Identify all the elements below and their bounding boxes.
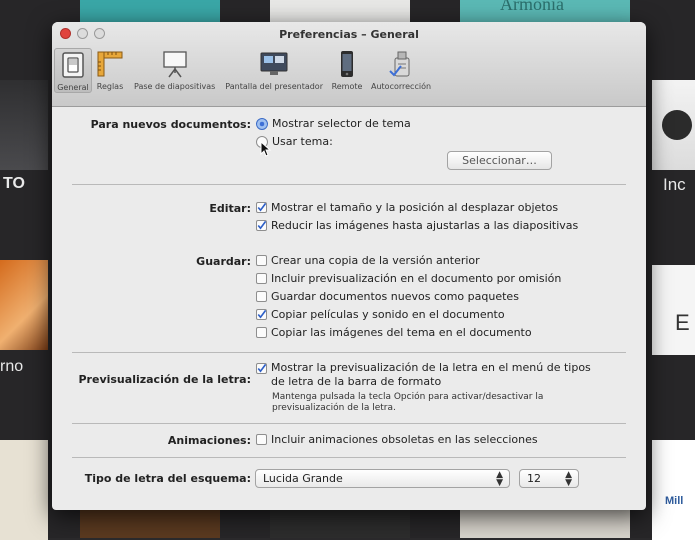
tab-label: Pase de diapositivas <box>134 82 216 91</box>
tab-label: Pantalla del presentador <box>225 82 323 91</box>
general-pane: Para nuevos documentos: Mostrar selector… <box>52 107 646 510</box>
tab-remote[interactable]: Remote <box>327 48 367 91</box>
animations-label: Animaciones: <box>167 434 251 447</box>
edit-label: Editar: <box>209 202 251 215</box>
radio-label: Mostrar selector de tema <box>272 117 411 130</box>
checkbox[interactable] <box>256 273 267 284</box>
checkbox[interactable] <box>256 220 267 231</box>
checkbox-label: Mostrar el tamaño y la posición al despl… <box>271 201 559 214</box>
copy-theme-images-checkbox[interactable]: Copiar las imágenes del tema en el docum… <box>256 326 532 339</box>
preferences-toolbar: General Reglas Pase de diapositivas Pant… <box>54 48 435 104</box>
checkbox-label: Copiar las imágenes del tema en el docum… <box>271 326 532 339</box>
obsolete-animations-checkbox[interactable]: Incluir animaciones obsoletas en las sel… <box>256 433 538 446</box>
hint-line: Mantenga pulsada la tecla Opción para ac… <box>272 392 544 402</box>
checkbox[interactable] <box>256 309 267 320</box>
theme-thumbnail[interactable] <box>460 510 630 538</box>
radio-button[interactable] <box>256 117 268 130</box>
tab-autocorrection[interactable]: Autocorrección <box>367 48 435 91</box>
checkbox[interactable] <box>256 434 267 445</box>
copy-audio-movies-checkbox[interactable]: Copiar películas y sonido en el document… <box>256 308 505 321</box>
tab-label: Reglas <box>96 82 124 91</box>
font-preview-hint: Mantenga pulsada la tecla Opción para ac… <box>272 392 543 414</box>
theme-thumbnail[interactable] <box>80 510 220 538</box>
backup-previous-version-checkbox[interactable]: Crear una copia de la versión anterior <box>256 254 480 267</box>
theme-thumbnail[interactable] <box>0 440 48 540</box>
radio-label: Usar tema: <box>272 135 333 148</box>
theme-thumbnail[interactable] <box>0 80 48 170</box>
checkbox-label: Mostrar la previsualización de la letra … <box>271 361 591 374</box>
theme-thumbnail[interactable] <box>0 260 48 350</box>
display-icon <box>258 48 290 80</box>
theme-name: Inc <box>663 175 686 194</box>
theme-name: TO <box>3 175 25 192</box>
select-theme-button[interactable]: Seleccionar… <box>447 151 552 170</box>
checkbox-label: Reducir las imágenes hasta ajustarlas a … <box>271 219 579 232</box>
theme-name: Mill <box>665 495 684 507</box>
tab-label: General <box>57 83 89 92</box>
window-titlebar: Preferencias – General General Reglas Pa… <box>52 22 646 107</box>
theme-name: E <box>675 310 690 335</box>
checkbox-label: Incluir previsualización en el documento… <box>271 272 562 285</box>
ruler-icon <box>94 48 126 80</box>
theme-thumbnail[interactable] <box>270 510 410 538</box>
checkbox-label: de letra de la barra de formato <box>271 375 442 388</box>
outline-font-label: Tipo de letra del esquema: <box>84 472 251 485</box>
checkbox[interactable] <box>256 291 267 302</box>
font-preview-label: Previsualización de la letra: <box>78 373 252 386</box>
scale-images-checkbox[interactable]: Reducir las imágenes hasta ajustarlas a … <box>256 219 578 232</box>
theme-thumbnail[interactable] <box>270 0 410 22</box>
divider <box>72 457 626 458</box>
tab-label: Autocorrección <box>371 82 432 91</box>
save-as-package-checkbox[interactable]: Guardar documentos nuevos como paquetes <box>256 290 519 303</box>
checkbox-label: Guardar documentos nuevos como paquetes <box>271 290 519 303</box>
theme-thumbnail <box>662 110 692 140</box>
updown-arrows-icon: ▲ ▼ <box>496 470 503 488</box>
tab-slideshow[interactable]: Pase de diapositivas <box>128 48 221 91</box>
new-documents-label: Para nuevos documentos: <box>90 118 251 131</box>
spellcheck-icon <box>385 48 417 80</box>
tab-label: Remote <box>331 82 363 91</box>
checkbox-label: Incluir animaciones obsoletas en las sel… <box>271 433 538 446</box>
save-label: Guardar: <box>196 255 251 268</box>
divider <box>72 423 626 424</box>
checkbox[interactable] <box>256 255 267 266</box>
switch-icon <box>57 49 89 81</box>
theme-name: Armonia <box>500 0 564 14</box>
checkbox-label: Crear una copia de la versión anterior <box>271 254 480 267</box>
checkbox-label-group: Mostrar la previsualización de la letra … <box>271 361 591 389</box>
checkbox[interactable] <box>256 363 267 374</box>
updown-arrows-icon: ▲ ▼ <box>565 470 572 488</box>
mouse-pointer-icon <box>260 141 272 157</box>
theme-name: rno <box>0 358 24 375</box>
outline-font-size-popup[interactable]: 12 ▲ ▼ <box>519 469 579 488</box>
popup-value: 12 <box>527 472 541 485</box>
checkbox[interactable] <box>256 202 267 213</box>
divider <box>72 184 626 185</box>
divider <box>72 352 626 353</box>
outline-font-popup[interactable]: Lucida Grande ▲ ▼ <box>255 469 510 488</box>
theme-thumbnail[interactable] <box>80 0 220 22</box>
checkbox-label: Copiar películas y sonido en el document… <box>271 308 505 321</box>
tab-rulers[interactable]: Reglas <box>92 48 128 91</box>
easel-icon <box>159 48 191 80</box>
show-size-position-checkbox[interactable]: Mostrar el tamaño y la posición al despl… <box>256 201 558 214</box>
include-preview-checkbox[interactable]: Incluir previsualización en el documento… <box>256 272 561 285</box>
show-theme-chooser-radio[interactable]: Mostrar selector de tema <box>256 117 411 130</box>
hint-line: previsualización de la letra. <box>272 403 396 413</box>
tab-general[interactable]: General <box>54 48 92 93</box>
popup-value: Lucida Grande <box>263 472 343 485</box>
theme-thumbnail[interactable] <box>652 440 695 540</box>
font-preview-checkbox[interactable]: Mostrar la previsualización de la letra … <box>256 361 591 389</box>
window-title: Preferencias – General <box>279 28 419 41</box>
preferences-window: Preferencias – General General Reglas Pa… <box>52 22 646 510</box>
checkbox[interactable] <box>256 327 267 338</box>
iphone-icon <box>331 48 363 80</box>
tab-presenter-display[interactable]: Pantalla del presentador <box>221 48 327 91</box>
